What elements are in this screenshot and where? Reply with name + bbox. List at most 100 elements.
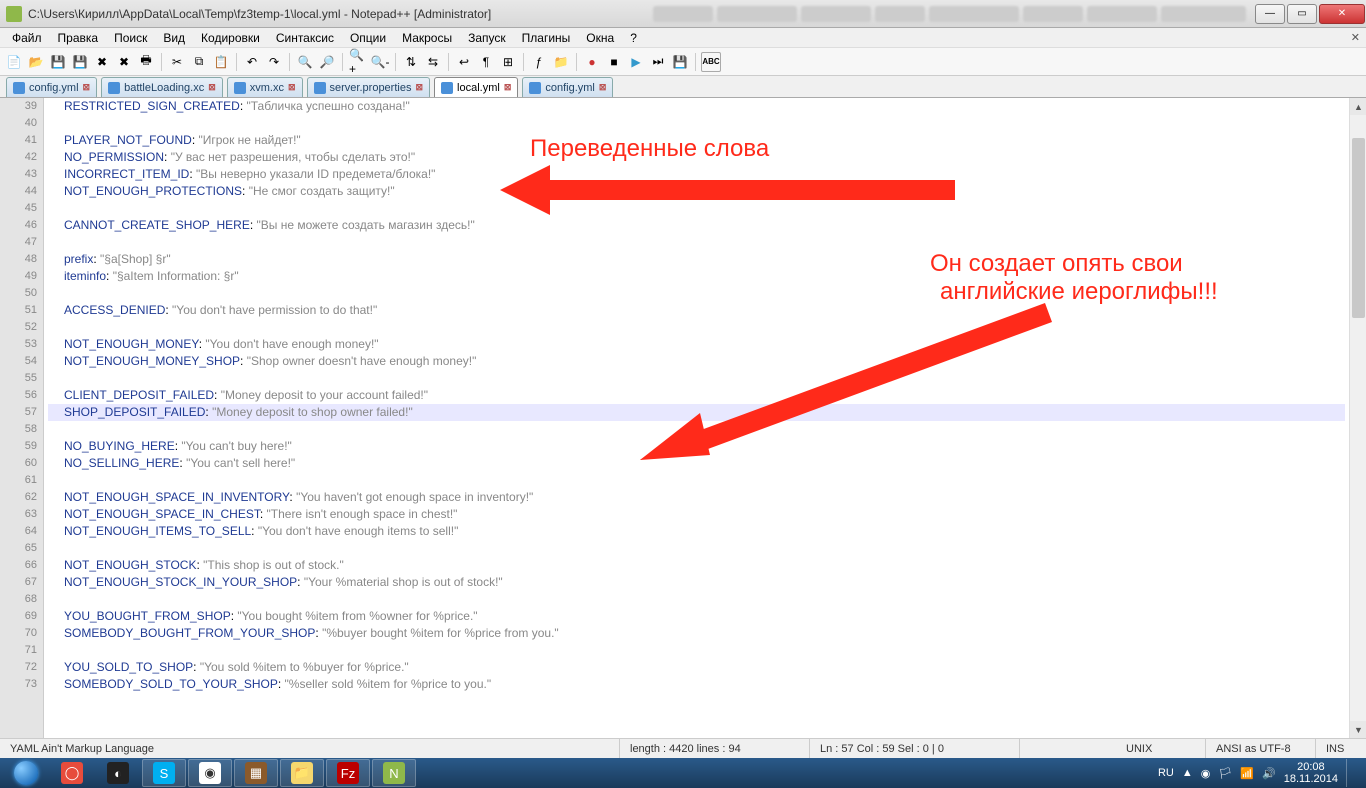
menu-help[interactable]: ?: [622, 29, 645, 47]
status-length: length : 4420 lines : 94: [620, 739, 810, 758]
line-number: 44: [6, 183, 37, 200]
line-number: 55: [6, 370, 37, 387]
close-all-icon[interactable]: ✖: [114, 52, 134, 72]
record-macro-icon[interactable]: ●: [582, 52, 602, 72]
menu-search[interactable]: Поиск: [106, 29, 155, 47]
minimize-button[interactable]: —: [1255, 4, 1285, 24]
scroll-down-icon[interactable]: ▼: [1350, 721, 1366, 738]
close-file-icon[interactable]: ✖: [92, 52, 112, 72]
tray-language[interactable]: RU: [1158, 767, 1174, 779]
maximize-button[interactable]: ▭: [1287, 4, 1317, 24]
cut-icon[interactable]: ✂: [167, 52, 187, 72]
code-area[interactable]: RESTRICTED_SIGN_CREATED: "Табличка успеш…: [44, 98, 1349, 738]
code-line: NO_BUYING_HERE: "You can't buy here!": [48, 438, 1345, 455]
taskbar-app-notepadpp[interactable]: N: [372, 759, 416, 787]
code-line: YOU_SOLD_TO_SHOP: "You sold %item to %bu…: [48, 659, 1345, 676]
tray-security-icon[interactable]: ◉: [1201, 767, 1211, 780]
tray-action-center-icon[interactable]: 🏳: [1218, 767, 1232, 780]
taskbar-app-skype[interactable]: S: [142, 759, 186, 787]
menu-options[interactable]: Опции: [342, 29, 394, 47]
start-button[interactable]: [4, 759, 48, 787]
tab-close-icon[interactable]: ⊠: [504, 82, 512, 93]
file-tab-1[interactable]: battleLoading.xc⊠: [101, 77, 223, 97]
code-line: [48, 319, 1345, 336]
file-tab-label: server.properties: [330, 82, 412, 94]
indent-guide-icon[interactable]: ⊞: [498, 52, 518, 72]
vertical-scrollbar[interactable]: ▲ ▼: [1349, 98, 1366, 738]
tab-close-icon[interactable]: ⊠: [83, 82, 91, 93]
file-tab-5[interactable]: config.yml⊠: [522, 77, 613, 97]
status-bar: YAML Ain't Markup Language length : 4420…: [0, 738, 1366, 758]
tray-volume-icon[interactable]: 🔊: [1262, 767, 1276, 780]
menu-plugins[interactable]: Плагины: [514, 29, 579, 47]
save-macro-icon[interactable]: 💾: [670, 52, 690, 72]
line-number: 48: [6, 251, 37, 268]
menu-file[interactable]: Файл: [4, 29, 50, 47]
open-file-icon[interactable]: 📂: [26, 52, 46, 72]
paste-icon[interactable]: 📋: [211, 52, 231, 72]
taskbar-app-explorer[interactable]: 📁: [280, 759, 324, 787]
wordwrap-icon[interactable]: ↩: [454, 52, 474, 72]
tray-clock[interactable]: 20:08 18.11.2014: [1284, 761, 1338, 785]
scrollbar-thumb[interactable]: [1352, 138, 1365, 318]
play-macro-icon[interactable]: ▶: [626, 52, 646, 72]
taskbar-app-chrome[interactable]: ◉: [188, 759, 232, 787]
line-number: 49: [6, 268, 37, 285]
taskbar-app-filezilla[interactable]: Fz: [326, 759, 370, 787]
file-tab-2[interactable]: xvm.xc⊠: [227, 77, 303, 97]
menu-run[interactable]: Запуск: [460, 29, 514, 47]
zoom-out-icon[interactable]: 🔍-: [370, 52, 390, 72]
tab-close-icon[interactable]: ⊠: [599, 82, 607, 93]
code-line: PLAYER_NOT_FOUND: "Игрок не найдет!": [48, 132, 1345, 149]
code-line: [48, 234, 1345, 251]
zoom-in-icon[interactable]: 🔍+: [348, 52, 368, 72]
taskbar-app-steam[interactable]: ◐: [96, 759, 140, 787]
menu-macro[interactable]: Макросы: [394, 29, 460, 47]
taskbar-app-1[interactable]: ◯: [50, 759, 94, 787]
save-all-icon[interactable]: 💾: [70, 52, 90, 72]
close-document-button[interactable]: ✕: [1351, 31, 1360, 44]
sync-v-icon[interactable]: ⇅: [401, 52, 421, 72]
taskbar-app-minecraft[interactable]: ▦: [234, 759, 278, 787]
file-tab-0[interactable]: config.yml⊠: [6, 77, 97, 97]
replace-icon[interactable]: 🔎: [317, 52, 337, 72]
menu-view[interactable]: Вид: [155, 29, 193, 47]
menu-encoding[interactable]: Кодировки: [193, 29, 268, 47]
code-line: [48, 540, 1345, 557]
show-desktop-button[interactable]: [1346, 759, 1354, 787]
file-icon: [108, 82, 120, 94]
sync-h-icon[interactable]: ⇆: [423, 52, 443, 72]
find-icon[interactable]: 🔍: [295, 52, 315, 72]
file-tab-4[interactable]: local.yml⊠: [434, 77, 518, 97]
status-encoding: ANSI as UTF-8: [1206, 739, 1316, 758]
tray-network-icon[interactable]: 📶: [1240, 767, 1254, 780]
new-file-icon[interactable]: 📄: [4, 52, 24, 72]
status-position: Ln : 57 Col : 59 Sel : 0 | 0: [810, 739, 1020, 758]
line-number: 72: [6, 659, 37, 676]
tab-close-icon[interactable]: ⊠: [288, 82, 296, 93]
redo-icon[interactable]: ↷: [264, 52, 284, 72]
folder-tree-icon[interactable]: 📁: [551, 52, 571, 72]
code-line: [48, 642, 1345, 659]
print-icon[interactable]: 🖶: [136, 52, 156, 72]
close-button[interactable]: ✕: [1319, 4, 1365, 24]
status-language: YAML Ain't Markup Language: [0, 739, 620, 758]
show-all-chars-icon[interactable]: ¶: [476, 52, 496, 72]
line-number-gutter: 3940414243444546474849505152535455565758…: [0, 98, 44, 738]
file-tab-3[interactable]: server.properties⊠: [307, 77, 430, 97]
play-multi-icon[interactable]: ⏭: [648, 52, 668, 72]
code-line: NOT_ENOUGH_STOCK_IN_YOUR_SHOP: "Your %ma…: [48, 574, 1345, 591]
undo-icon[interactable]: ↶: [242, 52, 262, 72]
tray-show-hidden-icon[interactable]: ▲: [1182, 767, 1193, 779]
menu-window[interactable]: Окна: [578, 29, 622, 47]
tab-close-icon[interactable]: ⊠: [208, 82, 216, 93]
tab-close-icon[interactable]: ⊠: [415, 82, 423, 93]
function-list-icon[interactable]: ƒ: [529, 52, 549, 72]
scroll-up-icon[interactable]: ▲: [1350, 98, 1366, 115]
copy-icon[interactable]: ⧉: [189, 52, 209, 72]
menu-edit[interactable]: Правка: [50, 29, 107, 47]
stop-macro-icon[interactable]: ■: [604, 52, 624, 72]
spellcheck-icon[interactable]: ABC: [701, 52, 721, 72]
menu-syntax[interactable]: Синтаксис: [268, 29, 342, 47]
save-icon[interactable]: 💾: [48, 52, 68, 72]
